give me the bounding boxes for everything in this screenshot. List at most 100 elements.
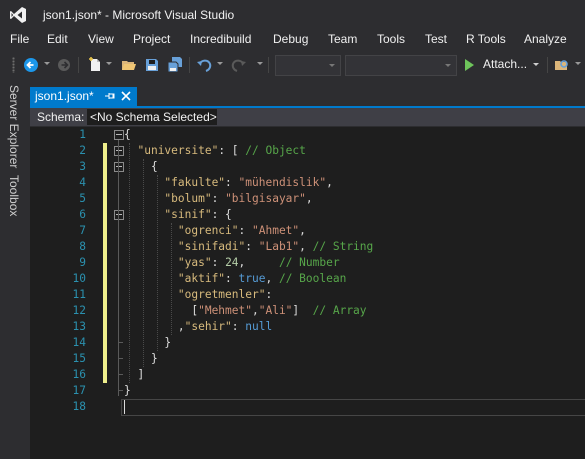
menu-team[interactable]: Team — [328, 32, 357, 46]
code-token: "universite" — [137, 144, 219, 157]
standard-toolbar: Attach... — [0, 52, 585, 78]
toolbar-grip[interactable] — [12, 57, 15, 73]
menu-tools[interactable]: Tools — [377, 32, 405, 46]
line-number: 4 — [79, 176, 86, 189]
menu-edit[interactable]: Edit — [47, 32, 68, 46]
find-dropdown-arrow[interactable] — [575, 62, 581, 65]
code-line[interactable]: "fakulte": "mühendislik", — [124, 175, 333, 191]
code-token: "sinifadi" — [177, 240, 246, 253]
code-token: : — [225, 272, 239, 285]
code-line[interactable]: } — [124, 351, 158, 367]
code-line[interactable]: "ogretmenler": — [124, 287, 272, 303]
menu-view[interactable]: View — [88, 32, 114, 46]
code-line[interactable]: "universite": [ // Object — [124, 143, 305, 159]
code-line[interactable]: "yas": 24, // Number — [124, 255, 340, 271]
code-token: : — [265, 288, 273, 301]
text-caret — [124, 400, 125, 414]
code-line[interactable]: ,"sehir": null — [124, 319, 272, 335]
code-token: , — [326, 176, 333, 189]
code-token: , — [299, 224, 306, 237]
fold-toggle-line-3[interactable] — [114, 162, 124, 172]
fold-toggle-line-2[interactable] — [114, 146, 124, 156]
menu-project[interactable]: Project — [133, 32, 170, 46]
menu-file[interactable]: File — [10, 32, 29, 46]
code-editor[interactable]: 1 2 3 4 5 6 7 8 9 10 11 12 13 14 15 16 17 18 { "universit… — [30, 127, 585, 459]
code-line[interactable]: "sinifadi": "Lab1", // String — [124, 239, 373, 255]
menu-incredibuild[interactable]: Incredibuild — [190, 32, 251, 46]
line-number: 12 — [72, 304, 86, 317]
line-number: 1 — [79, 128, 86, 141]
open-file-button[interactable] — [120, 56, 138, 74]
code-line[interactable]: ] — [124, 367, 144, 383]
undo-button[interactable] — [196, 56, 214, 74]
document-tab-json1[interactable]: json1.json* — [30, 87, 137, 106]
new-project-dropdown-arrow[interactable] — [106, 62, 112, 65]
back-icon — [24, 58, 38, 72]
schema-selector[interactable]: <No Schema Selected> — [86, 108, 218, 126]
back-dropdown-arrow[interactable] — [44, 62, 50, 65]
code-line[interactable]: { — [124, 127, 131, 143]
line-number: 10 — [72, 272, 86, 285]
undo-dropdown-arrow[interactable] — [217, 62, 223, 65]
save-button[interactable] — [143, 56, 161, 74]
side-panel-bar: Server Explorer Toolbox — [0, 80, 26, 459]
line-number: 17 — [72, 384, 86, 397]
menu-r-tools[interactable]: R Tools — [466, 32, 506, 46]
code-token: // Boolean — [278, 272, 347, 285]
save-icon — [146, 59, 158, 71]
code-token: : — [238, 224, 252, 237]
redo-dropdown-arrow — [257, 62, 263, 65]
code-line[interactable]: "ogrenci": "Ahmet", — [124, 223, 306, 239]
new-project-icon — [89, 57, 100, 71]
code-line[interactable]: } — [124, 335, 171, 351]
fold-toggle-line-1[interactable] — [114, 130, 124, 140]
code-token: "ogretmenler" — [177, 288, 266, 301]
menu-test[interactable]: Test — [425, 32, 447, 46]
server-explorer-tab[interactable]: Server Explorer — [7, 85, 21, 168]
redo-icon — [231, 59, 246, 72]
code-token: "yas" — [177, 256, 212, 269]
back-button[interactable] — [22, 56, 40, 74]
code-token: : [ — [218, 144, 246, 157]
line-number: 14 — [72, 336, 86, 349]
tab-title: json1.json* — [35, 89, 94, 103]
code-token: // String — [312, 240, 374, 253]
close-icon[interactable] — [121, 91, 131, 101]
code-line[interactable]: "aktif": true, // Boolean — [124, 271, 346, 287]
attach-dropdown-arrow[interactable] — [533, 63, 539, 66]
code-line[interactable]: "sinif": { — [124, 207, 231, 223]
toolbox-tab[interactable]: Toolbox — [7, 175, 21, 216]
code-token: "Ahmet" — [252, 224, 300, 237]
code-token: : — [225, 176, 239, 189]
solution-platforms-dropdown[interactable] — [345, 55, 457, 76]
solution-configurations-dropdown[interactable] — [275, 55, 341, 76]
code-token: ] — [292, 304, 313, 317]
code-line[interactable]: "bolum": "bilgisayar", — [124, 191, 313, 207]
code-token: , — [299, 240, 313, 253]
pin-icon[interactable] — [104, 90, 116, 102]
menu-analyze[interactable]: Analyze — [524, 32, 567, 46]
menu-debug[interactable]: Debug — [273, 32, 308, 46]
code-token: , — [305, 192, 313, 205]
code-line[interactable]: } — [124, 383, 131, 399]
code-token: [ — [124, 304, 199, 317]
find-in-files-button[interactable] — [553, 56, 571, 74]
schema-value: <No Schema Selected> — [90, 110, 217, 124]
title-bar: json1.json* - Microsoft Visual Studio — [0, 0, 585, 30]
redo-button — [229, 56, 247, 74]
code-line[interactable]: { — [124, 159, 158, 175]
code-line[interactable]: ["Mehmet","Ali"] // Array — [124, 303, 366, 319]
code-token: "sehir" — [184, 320, 232, 333]
visual-studio-logo-icon — [10, 7, 26, 23]
code-token: : — [245, 240, 259, 253]
new-project-button[interactable] — [86, 56, 104, 74]
fold-toggle-line-6[interactable] — [114, 210, 124, 220]
code-token: : — [211, 256, 226, 269]
save-all-button[interactable] — [166, 56, 184, 74]
